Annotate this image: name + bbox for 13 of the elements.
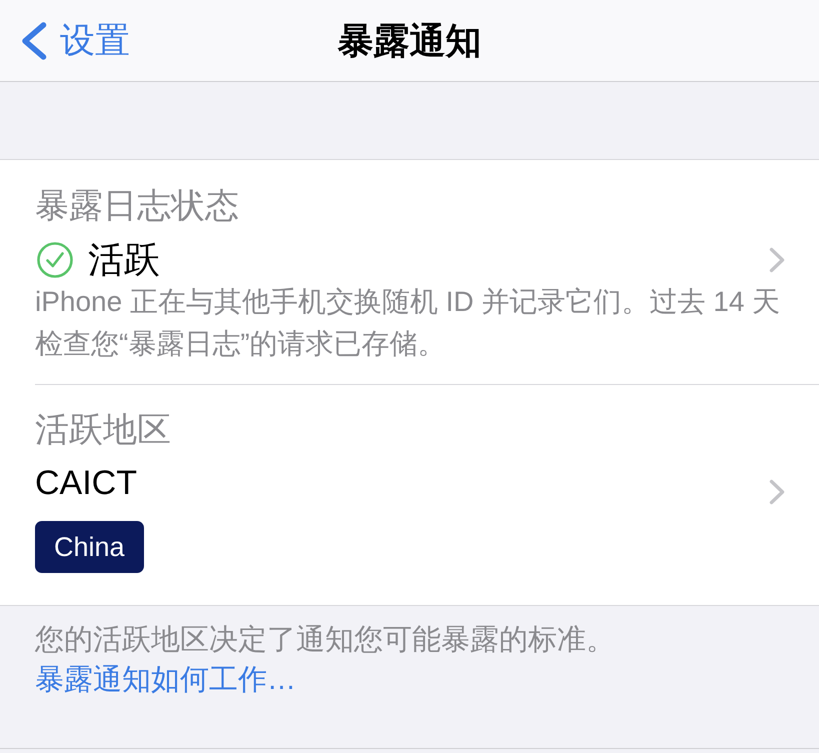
footer-note: 您的活跃地区决定了通知您可能暴露的标准。 暴露通知如何工作… bbox=[35, 623, 616, 698]
chevron-left-icon bbox=[20, 22, 47, 60]
nav-title: 暴露通知 bbox=[338, 18, 482, 62]
description-text: iPhone 正在与其他手机交换随机 ID 并记录它们。过去 14 天检查您“暴露日志”的请求已存储。 bbox=[35, 285, 782, 361]
back-button[interactable]: 设置 bbox=[20, 20, 130, 62]
chevron-right-icon[interactable] bbox=[769, 246, 785, 272]
field-label: 暴露日志状态 bbox=[35, 186, 240, 227]
how-it-works-link[interactable]: 暴露通知如何工作… bbox=[35, 664, 296, 696]
country-tag: China bbox=[35, 521, 144, 573]
field-label: 活跃地区 bbox=[35, 410, 172, 451]
chevron-right-icon[interactable] bbox=[769, 478, 785, 504]
status-text: 活跃 bbox=[88, 238, 160, 281]
region-name: CAICT bbox=[35, 463, 138, 504]
